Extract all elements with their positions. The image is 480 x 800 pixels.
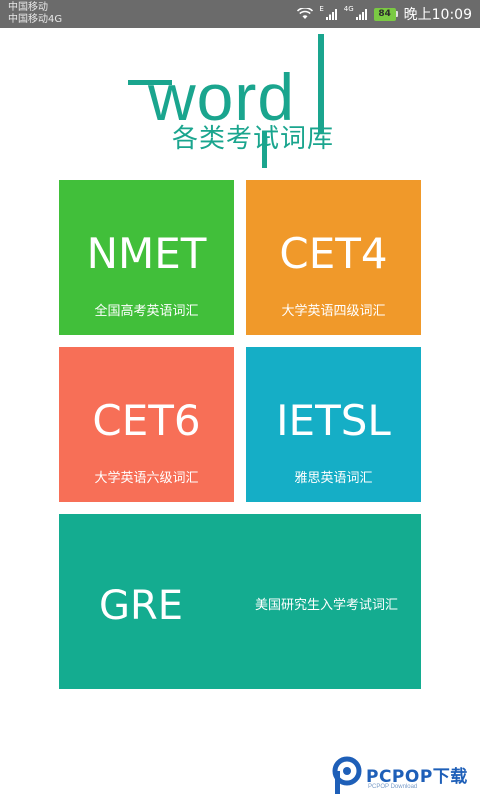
tile-subtitle: 大学英语六级词汇 [94,471,199,486]
status-bar: 中国移动 中国移动4G E 4G 84 晚上10:09 [0,0,480,28]
clock: 晚上10:09 [403,7,472,23]
tile-nmet[interactable]: NMET 全国高考英语词汇 [59,180,234,335]
carrier-1-label: 中国移动 [8,2,48,13]
wifi-icon [297,8,314,20]
tile-subtitle: 美国研究生入学考试词汇 [255,598,399,613]
tile-cet6[interactable]: CET6 大学英语六级词汇 [59,347,234,502]
logo-word: word [148,60,296,134]
signal-1-type: E [319,5,324,13]
tile-ietsl[interactable]: IETSL 雅思英语词汇 [246,347,421,502]
tile-title: IETSL [276,396,391,445]
tile-title: GRE [99,583,184,629]
tile-subtitle: 全国高考英语词汇 [94,304,199,319]
tile-title: NMET [86,229,207,278]
status-icons: E 4G 84 晚上10:09 [297,0,472,28]
carrier-info: 中国移动 中国移动4G [8,2,62,26]
tile-gre[interactable]: GRE 美国研究生入学考试词汇 [59,514,421,689]
app-logo: word 各类考试词库 [128,34,368,170]
tile-subtitle: 大学英语四级词汇 [281,304,386,319]
tile-subtitle: 雅思英语词汇 [294,471,373,486]
tile-title: CET6 [92,396,201,445]
tile-title: CET4 [279,229,388,278]
signal-2-icon [355,8,368,20]
pcpop-logo-icon [332,756,362,794]
pcpop-watermark: PCPOP下载 PCPOP Download [330,756,480,796]
logo-bar [318,34,324,134]
carrier-2-label: 中国移动4G [8,14,63,25]
battery-icon: 84 [373,7,398,21]
signal-1-icon [325,8,338,20]
battery-level: 84 [373,7,396,21]
watermark-tagline: PCPOP Download [368,784,418,790]
tile-cet4[interactable]: CET4 大学英语四级词汇 [246,180,421,335]
logo-subtitle: 各类考试词库 [172,124,335,154]
signal-2-type: 4G [343,5,354,13]
